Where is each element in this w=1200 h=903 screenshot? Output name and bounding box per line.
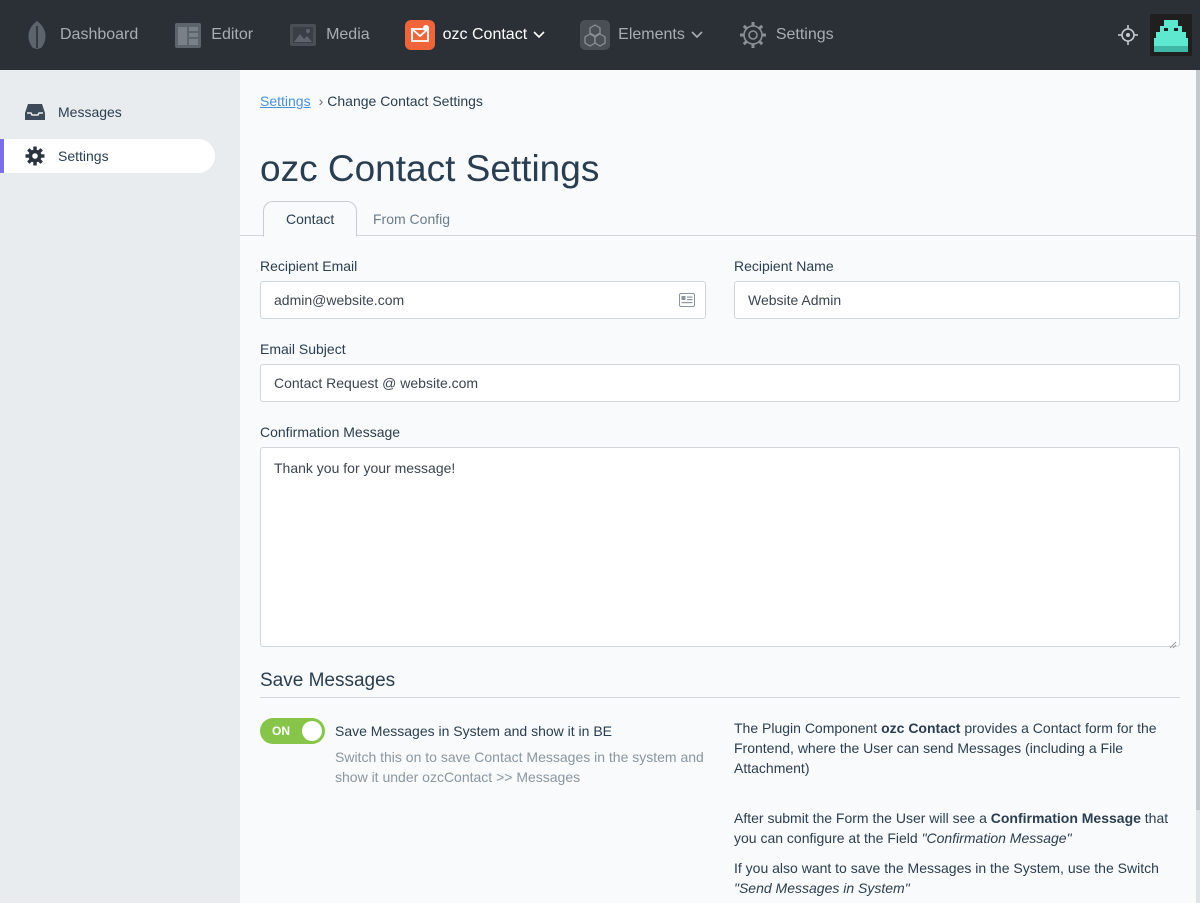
recipient-name-input[interactable]: Website Admin bbox=[734, 281, 1180, 319]
breadcrumb-settings-link[interactable]: Settings bbox=[260, 93, 311, 109]
chevron-down-icon bbox=[533, 28, 545, 42]
nav-dashboard-label: Dashboard bbox=[60, 26, 139, 43]
breadcrumb-current: Change Contact Settings bbox=[327, 93, 483, 109]
contact-card-icon bbox=[679, 293, 695, 310]
page-title: ozc Contact Settings bbox=[260, 148, 600, 189]
info-text: The Plugin Component bbox=[734, 720, 882, 736]
save-messages-help-text: Switch this on to save Contact Messages … bbox=[335, 749, 704, 785]
nav-ozc-contact-label: ozc Contact bbox=[442, 26, 528, 43]
recipient-name-value: Website Admin bbox=[748, 292, 842, 308]
breadcrumb: Settings › Change Contact Settings bbox=[260, 93, 483, 109]
recipient-email-input[interactable]: admin@website.com bbox=[260, 281, 706, 319]
save-messages-heading: Save Messages bbox=[260, 670, 396, 691]
crosshair-icon[interactable] bbox=[1108, 0, 1148, 70]
info-paragraph-2: After submit the Form the User will see … bbox=[734, 808, 1179, 848]
section-divider bbox=[260, 697, 1180, 698]
nav-settings-label: Settings bbox=[775, 26, 834, 43]
recipient-email-value: admin@website.com bbox=[274, 292, 405, 308]
nav-settings[interactable]: Settings bbox=[716, 0, 847, 70]
ozc-contact-icon bbox=[404, 20, 435, 50]
recipient-email-label: Recipient Email bbox=[260, 258, 358, 274]
scrollbar-thumb[interactable] bbox=[1196, 70, 1200, 810]
nav-ozc-contact[interactable]: ozc Contact bbox=[383, 0, 558, 70]
confirmation-message-value: Thank you for your message! bbox=[274, 460, 456, 476]
nav-dashboard[interactable]: Dashboard bbox=[0, 0, 151, 70]
save-messages-switch-label: Save Messages in System and show it in B… bbox=[335, 723, 613, 739]
sidebar-item-messages[interactable]: Messages bbox=[0, 95, 215, 129]
sidebar-item-label: Settings bbox=[58, 148, 109, 164]
info-italic-text: "Confirmation Message" bbox=[921, 830, 1072, 846]
email-subject-label: Email Subject bbox=[260, 341, 346, 357]
avatar[interactable] bbox=[1150, 14, 1192, 56]
switch-state-text: ON bbox=[272, 724, 290, 738]
sidebar-item-label: Messages bbox=[58, 104, 122, 120]
media-icon bbox=[288, 20, 318, 50]
breadcrumb-separator: › bbox=[318, 93, 324, 109]
nav-editor[interactable]: Editor bbox=[151, 0, 266, 70]
info-text: After submit the Form the User will see … bbox=[734, 810, 991, 826]
email-subject-input[interactable]: Contact Request @ website.com bbox=[260, 364, 1180, 402]
info-bold-text: ozc Contact bbox=[881, 720, 961, 736]
top-navigation-bar: Dashboard Editor Media ozc Contact Eleme… bbox=[0, 0, 1200, 70]
resize-grip-icon[interactable] bbox=[1169, 636, 1177, 649]
confirmation-message-label: Confirmation Message bbox=[260, 424, 401, 440]
main-content: Settings › Change Contact Settings ozc C… bbox=[240, 70, 1196, 903]
gear-icon bbox=[738, 20, 768, 50]
tab-bar: Contact From Config bbox=[240, 200, 1196, 237]
tab-contact[interactable]: Contact bbox=[263, 201, 358, 237]
gear-icon bbox=[24, 145, 46, 167]
page-scrollbar[interactable] bbox=[1196, 70, 1200, 903]
nav-media-label: Media bbox=[326, 26, 370, 43]
inbox-icon bbox=[24, 101, 46, 123]
elements-icon bbox=[580, 20, 611, 50]
info-italic-text: "Send Messages in System" bbox=[734, 880, 910, 896]
info-paragraph-1: The Plugin Component ozc Contact provide… bbox=[734, 718, 1179, 778]
chevron-down-icon bbox=[691, 28, 703, 42]
editor-icon bbox=[173, 20, 203, 50]
nav-elements-label: Elements bbox=[618, 26, 685, 43]
nav-media[interactable]: Media bbox=[266, 0, 383, 70]
switch-knob bbox=[302, 721, 322, 741]
tab-from-config[interactable]: From Config bbox=[351, 201, 472, 237]
sidebar: Messages Settings bbox=[0, 70, 240, 903]
confirmation-message-textarea[interactable]: Thank you for your message! bbox=[260, 447, 1180, 649]
email-subject-value: Contact Request @ website.com bbox=[274, 375, 479, 391]
save-messages-switch[interactable]: ON bbox=[260, 718, 325, 744]
info-paragraph-3: If you also want to save the Messages in… bbox=[734, 858, 1179, 898]
info-bold-text: Confirmation Message bbox=[990, 810, 1141, 826]
sidebar-item-settings[interactable]: Settings bbox=[0, 139, 215, 173]
recipient-name-label: Recipient Name bbox=[734, 258, 834, 274]
info-text: If you also want to save the Messages in… bbox=[734, 860, 1159, 876]
nav-elements[interactable]: Elements bbox=[558, 0, 716, 70]
nav-editor-label: Editor bbox=[211, 26, 254, 43]
leaf-icon bbox=[22, 20, 52, 50]
